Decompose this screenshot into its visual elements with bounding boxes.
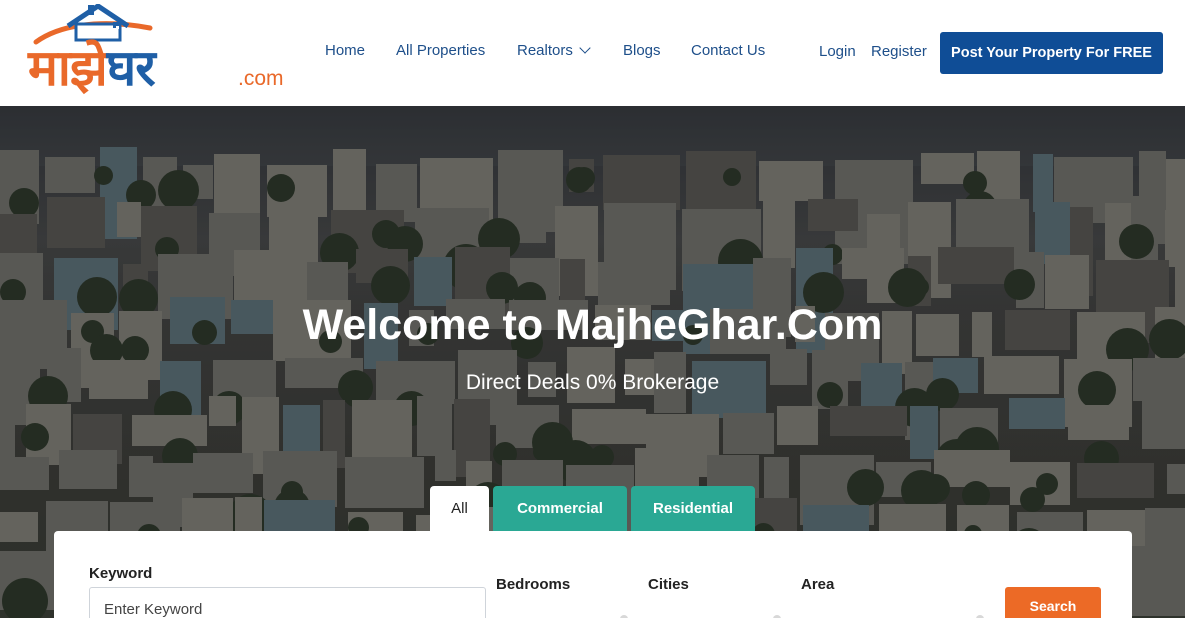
site-header: माझेघर .com Home All Properties Realtors… xyxy=(0,0,1185,106)
search-button[interactable]: Search xyxy=(1005,587,1101,618)
hero-title: Welcome to MajheGhar.Com xyxy=(302,301,883,349)
cities-label: Cities xyxy=(648,576,689,593)
logo-text-part2: घर xyxy=(106,39,156,97)
chevron-down-icon xyxy=(579,42,591,54)
tab-residential[interactable]: Residential xyxy=(631,486,755,531)
nav-realtors-label: Realtors xyxy=(517,42,573,59)
nav-contact-us-link[interactable]: Contact Us xyxy=(691,40,765,62)
nav-realtors-dropdown[interactable]: Realtors xyxy=(517,40,591,62)
post-property-button[interactable]: Post Your Property For FREE xyxy=(940,32,1163,74)
tab-commercial[interactable]: Commercial xyxy=(493,486,627,531)
login-link[interactable]: Login xyxy=(819,41,856,63)
bedrooms-label: Bedrooms xyxy=(496,576,571,593)
site-logo[interactable]: माझेघर .com xyxy=(28,4,290,100)
hero-section: Welcome to MajheGhar.Com Direct Deals 0%… xyxy=(0,106,1185,618)
search-form: Keyword Bedrooms Cities Area Search xyxy=(54,531,1132,618)
logo-text-part1: माझे xyxy=(28,39,108,97)
logo-suffix: .com xyxy=(238,67,284,90)
register-link[interactable]: Register xyxy=(871,41,927,63)
nav-home-link[interactable]: Home xyxy=(325,40,365,62)
hero-subtitle: Direct Deals 0% Brokerage xyxy=(465,371,720,394)
keyword-input[interactable] xyxy=(89,587,486,618)
area-label: Area xyxy=(801,576,835,593)
nav-blogs-link[interactable]: Blogs xyxy=(623,40,661,62)
nav-all-properties-link[interactable]: All Properties xyxy=(396,40,485,62)
tab-all[interactable]: All xyxy=(430,486,489,531)
keyword-label: Keyword xyxy=(89,565,153,582)
logo-wordmark: माझेघर xyxy=(28,39,156,97)
